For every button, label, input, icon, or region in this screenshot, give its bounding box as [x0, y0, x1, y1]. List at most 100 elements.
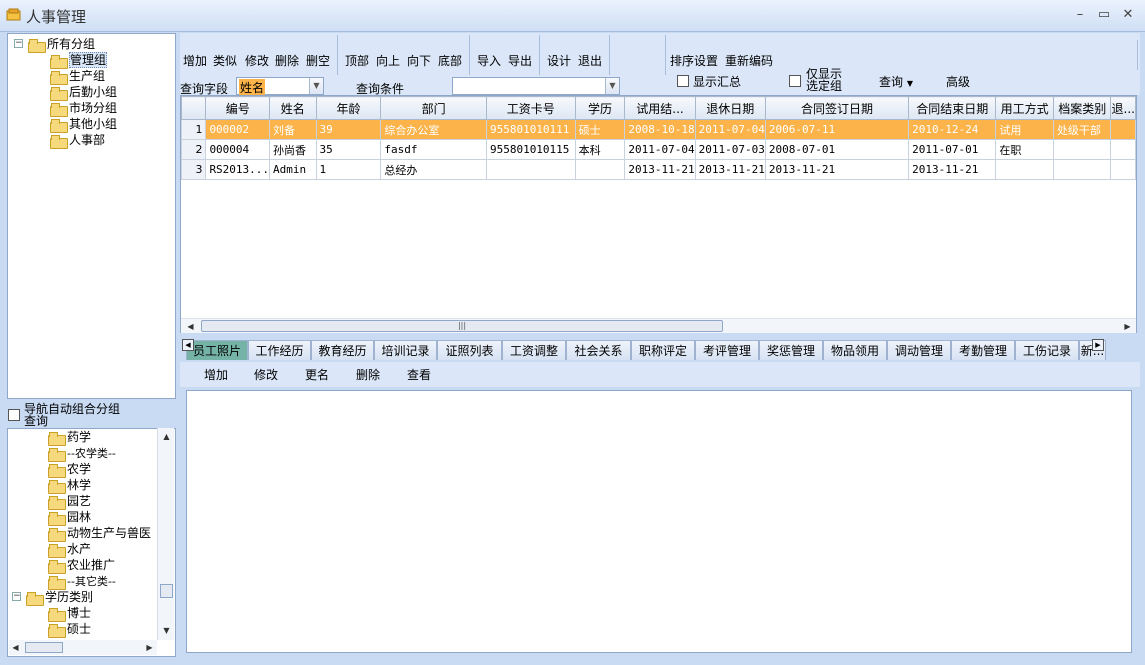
- chevron-down-icon[interactable]: ▼: [309, 78, 323, 94]
- table-cell[interactable]: 1: [315, 159, 382, 180]
- similar-button[interactable]: 类似: [213, 52, 237, 69]
- table-cell[interactable]: 955801010115: [485, 139, 576, 160]
- detail-edit-button[interactable]: 修改: [254, 366, 278, 383]
- tab-transfers[interactable]: 调动管理: [887, 340, 951, 360]
- table-cell[interactable]: Admin: [269, 159, 317, 180]
- table-cell[interactable]: 2011-07-04: [624, 139, 696, 160]
- down-button[interactable]: 向下: [407, 52, 431, 69]
- minimize-button[interactable]: –: [1070, 6, 1090, 24]
- tree-item-production[interactable]: 生产组: [50, 68, 105, 85]
- employee-grid[interactable]: 编号 姓名 年龄 部门 工资卡号 学历 试用结... 退休日期 合同签订日期 合…: [180, 95, 1137, 333]
- table-cell[interactable]: fasdf: [380, 139, 487, 160]
- tab-scroll-left-icon[interactable]: ◀: [182, 339, 194, 351]
- table-cell[interactable]: 2011-07-01: [908, 139, 997, 160]
- nav-auto-checkbox[interactable]: [8, 409, 20, 421]
- column-header[interactable]: 年龄: [315, 96, 382, 120]
- tab-rewards[interactable]: 奖惩管理: [759, 340, 823, 360]
- category-tree[interactable]: 药学 --农学类-- 农学 林学 园艺 园林 动物生产与兽医 水产 农业推广 -…: [7, 428, 176, 657]
- column-header[interactable]: 合同结束日期: [908, 96, 997, 120]
- add-button[interactable]: 增加: [183, 52, 207, 69]
- exit-button[interactable]: 退出: [578, 52, 602, 69]
- table-cell[interactable]: 硕士: [574, 119, 626, 140]
- tab-salary-adjust[interactable]: 工资调整: [502, 340, 566, 360]
- tree-item-all-groups[interactable]: 所有分组: [28, 36, 95, 53]
- tree-item[interactable]: 园艺: [48, 493, 91, 510]
- renumber-button[interactable]: 重新编码: [725, 52, 773, 69]
- detail-view-button[interactable]: 查看: [407, 366, 431, 383]
- query-field-dropdown[interactable]: 姓名 ▼: [236, 77, 324, 96]
- column-header[interactable]: 部门: [380, 96, 487, 120]
- scroll-right-icon[interactable]: ▶: [143, 641, 156, 654]
- table-cell[interactable]: RS2013...: [205, 159, 271, 180]
- delete-all-button[interactable]: 删空: [306, 52, 330, 69]
- detail-content-area[interactable]: [186, 390, 1132, 653]
- up-button[interactable]: 向上: [376, 52, 400, 69]
- table-cell[interactable]: 2013-11-21: [764, 159, 910, 180]
- table-cell[interactable]: 955801010111: [485, 119, 576, 140]
- column-header[interactable]: 用工方式: [995, 96, 1054, 120]
- tab-injury[interactable]: 工伤记录: [1015, 340, 1079, 360]
- column-header[interactable]: 合同签订日期: [764, 96, 910, 120]
- query-button[interactable]: 查询 ▼: [879, 73, 913, 90]
- tree-item-other[interactable]: 其他小组: [50, 116, 117, 133]
- group-tree[interactable]: − 所有分组 管理组 生产组 后勤小组 市场分组 其他小组 人事部: [7, 33, 176, 399]
- column-header[interactable]: 学历: [574, 96, 626, 120]
- tree-item[interactable]: 动物生产与兽医: [48, 525, 151, 542]
- column-header[interactable]: 试用结...: [624, 96, 696, 120]
- table-cell[interactable]: [1110, 139, 1136, 160]
- column-header[interactable]: 工资卡号: [485, 96, 576, 120]
- table-cell[interactable]: [1110, 119, 1136, 140]
- top-button[interactable]: 顶部: [345, 52, 369, 69]
- sort-settings-button[interactable]: 排序设置: [670, 52, 718, 69]
- scroll-thumb[interactable]: [25, 642, 63, 653]
- tab-items[interactable]: 物品领用: [823, 340, 887, 360]
- tree-item[interactable]: 药学: [48, 429, 91, 446]
- bottom-button[interactable]: 底部: [438, 52, 462, 69]
- scroll-down-icon[interactable]: ▼: [160, 624, 173, 637]
- only-selected-checkbox[interactable]: [789, 75, 801, 87]
- show-summary-checkbox[interactable]: [677, 75, 689, 87]
- design-button[interactable]: 设计: [547, 52, 571, 69]
- tree-item[interactable]: 博士: [48, 605, 91, 622]
- tab-social-relations[interactable]: 社会关系: [566, 340, 631, 360]
- table-cell[interactable]: 2013-11-21: [694, 159, 766, 180]
- collapse-icon[interactable]: −: [14, 39, 23, 48]
- tab-scroll-right-icon[interactable]: ▶: [1092, 339, 1104, 351]
- table-cell[interactable]: [574, 159, 626, 180]
- table-cell[interactable]: 总经办: [380, 159, 487, 180]
- table-cell[interactable]: 本科: [574, 139, 626, 160]
- tree-vertical-scrollbar[interactable]: ▲ ▼: [157, 428, 174, 640]
- scroll-up-icon[interactable]: ▲: [160, 430, 173, 443]
- tree-item[interactable]: --农学类--: [48, 445, 116, 462]
- table-row[interactable]: 2 000004 孙尚香 35 fasdf 955801010115 本科 20…: [181, 139, 1136, 160]
- close-button[interactable]: ✕: [1118, 6, 1138, 24]
- tree-horizontal-scrollbar[interactable]: ◀ ▶: [9, 640, 157, 655]
- scroll-left-icon[interactable]: ◀: [184, 320, 197, 333]
- column-header[interactable]: 退休日期: [694, 96, 766, 120]
- import-button[interactable]: 导入: [477, 52, 501, 69]
- table-cell[interactable]: 综合办公室: [380, 119, 487, 140]
- table-cell[interactable]: 2013-11-21: [624, 159, 696, 180]
- table-cell[interactable]: 35: [315, 139, 382, 160]
- tree-item[interactable]: --其它类--: [48, 573, 116, 590]
- tree-item[interactable]: 农业推广: [48, 557, 115, 574]
- tree-item[interactable]: 林学: [48, 477, 91, 494]
- column-header[interactable]: 编号: [205, 96, 271, 120]
- tree-item[interactable]: 硕士: [48, 621, 91, 638]
- table-cell[interactable]: 在职: [995, 139, 1054, 160]
- tree-item-logistics[interactable]: 后勤小组: [50, 84, 117, 101]
- table-cell[interactable]: [1110, 159, 1136, 180]
- table-cell[interactable]: 000002: [205, 119, 271, 140]
- chevron-down-icon[interactable]: ▼: [605, 78, 619, 94]
- grid-horizontal-scrollbar[interactable]: ◀ ||| ▶: [181, 318, 1136, 333]
- tab-education[interactable]: 教育经历: [311, 340, 374, 360]
- collapse-icon[interactable]: −: [12, 592, 21, 601]
- tab-attendance[interactable]: 考勤管理: [951, 340, 1015, 360]
- table-cell[interactable]: [995, 159, 1054, 180]
- tab-title-evaluation[interactable]: 职称评定: [631, 340, 695, 360]
- table-cell[interactable]: 2011-07-03: [694, 139, 766, 160]
- table-cell[interactable]: 2011-07-04: [694, 119, 766, 140]
- scroll-thumb[interactable]: |||: [201, 320, 723, 332]
- table-cell[interactable]: 2010-12-24: [908, 119, 997, 140]
- table-cell[interactable]: [1052, 139, 1112, 160]
